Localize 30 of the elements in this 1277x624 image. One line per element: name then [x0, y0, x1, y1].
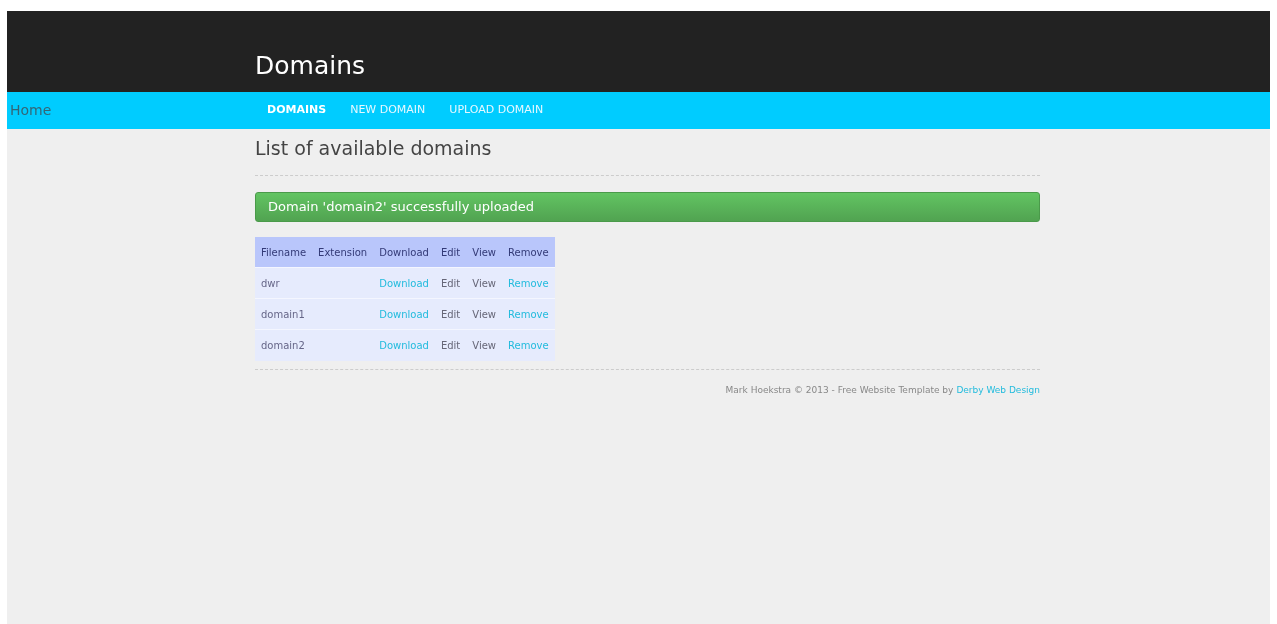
filename-cell: domain1	[261, 308, 305, 320]
nav-tab[interactable]: UPLOAD DOMAIN	[437, 102, 556, 119]
view-link[interactable]: View	[472, 308, 496, 320]
column-header: Filename	[255, 236, 313, 268]
column-header: Remove	[502, 236, 555, 268]
remove-link[interactable]: Remove	[508, 340, 549, 351]
home-link[interactable]: Home	[10, 100, 52, 121]
column-header: Extension	[312, 236, 374, 268]
site-title: Domains	[255, 53, 366, 78]
remove-link[interactable]: Remove	[508, 308, 549, 320]
view-link[interactable]: View	[472, 277, 496, 289]
edit-link[interactable]: Edit	[440, 340, 461, 351]
remove-link[interactable]: Remove	[508, 277, 549, 289]
edit-link[interactable]: Edit	[440, 277, 461, 289]
view-link[interactable]: View	[472, 340, 496, 351]
column-header: Download	[373, 236, 435, 268]
download-link[interactable]: Download	[379, 277, 429, 289]
footer-link[interactable]: Derby Web Design	[956, 383, 1040, 398]
download-link[interactable]: Download	[379, 340, 429, 351]
edit-link[interactable]: Edit	[440, 308, 461, 320]
column-header: Edit	[434, 236, 467, 268]
column-header: View	[466, 236, 502, 268]
filename-cell: domain2	[261, 340, 305, 351]
footer-text: Mark Hoekstra © 2013 - Free Website Template by	[725, 383, 954, 397]
page-heading: List of available domains	[255, 137, 493, 161]
nav-tab[interactable]: NEW DOMAIN	[338, 102, 438, 119]
success-alert: Domain 'domain2' successfully uploaded	[255, 191, 1040, 222]
filename-cell: dwr	[261, 277, 280, 289]
nav-tab[interactable]: DOMAINS	[255, 102, 339, 119]
download-link[interactable]: Download	[379, 308, 429, 320]
